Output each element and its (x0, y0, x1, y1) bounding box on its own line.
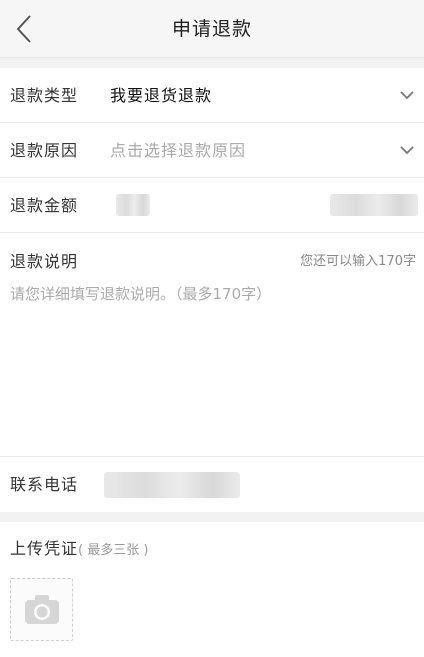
top-bar: 申请退款 (0, 0, 424, 58)
blurred-amount (116, 194, 150, 216)
description-char-counter: 您还可以输入170字 (300, 254, 416, 269)
refund-type-value: 我要退货退款 (110, 86, 213, 105)
upload-title-text: 上传凭证 (10, 539, 79, 558)
upload-section: 上传凭证( 最多三张 ) (0, 522, 424, 657)
description-input[interactable] (10, 282, 416, 442)
phone-label: 联系电话 (10, 475, 79, 494)
upload-photo-button[interactable] (10, 578, 73, 641)
refund-reason-row[interactable]: 退款原因 点击选择退款原因 (0, 123, 424, 178)
camera-icon (25, 595, 59, 624)
page-title: 申请退款 (171, 18, 252, 40)
refund-type-label: 退款类型 (10, 86, 79, 105)
refund-amount-row: 退款金额 (0, 178, 424, 233)
refund-form-card: 退款类型 我要退货退款 退款原因 点击选择退款原因 退款金额 退款说明 您还可以… (0, 68, 424, 512)
refund-reason-label: 退款原因 (10, 141, 79, 160)
refund-amount-label: 退款金额 (10, 196, 79, 215)
blurred-amount-max (330, 194, 418, 216)
row-divider (0, 232, 424, 233)
upload-title: 上传凭证( 最多三张 ) (10, 536, 148, 562)
upload-limit-hint: ( 最多三张 ) (78, 543, 149, 558)
chevron-down-icon[interactable] (398, 86, 416, 104)
refund-reason-placeholder: 点击选择退款原因 (110, 141, 247, 160)
description-label: 退款说明 (10, 252, 79, 271)
chevron-down-icon[interactable] (398, 141, 416, 159)
refund-type-row[interactable]: 退款类型 我要退货退款 (0, 68, 424, 123)
phone-input[interactable] (104, 472, 240, 498)
